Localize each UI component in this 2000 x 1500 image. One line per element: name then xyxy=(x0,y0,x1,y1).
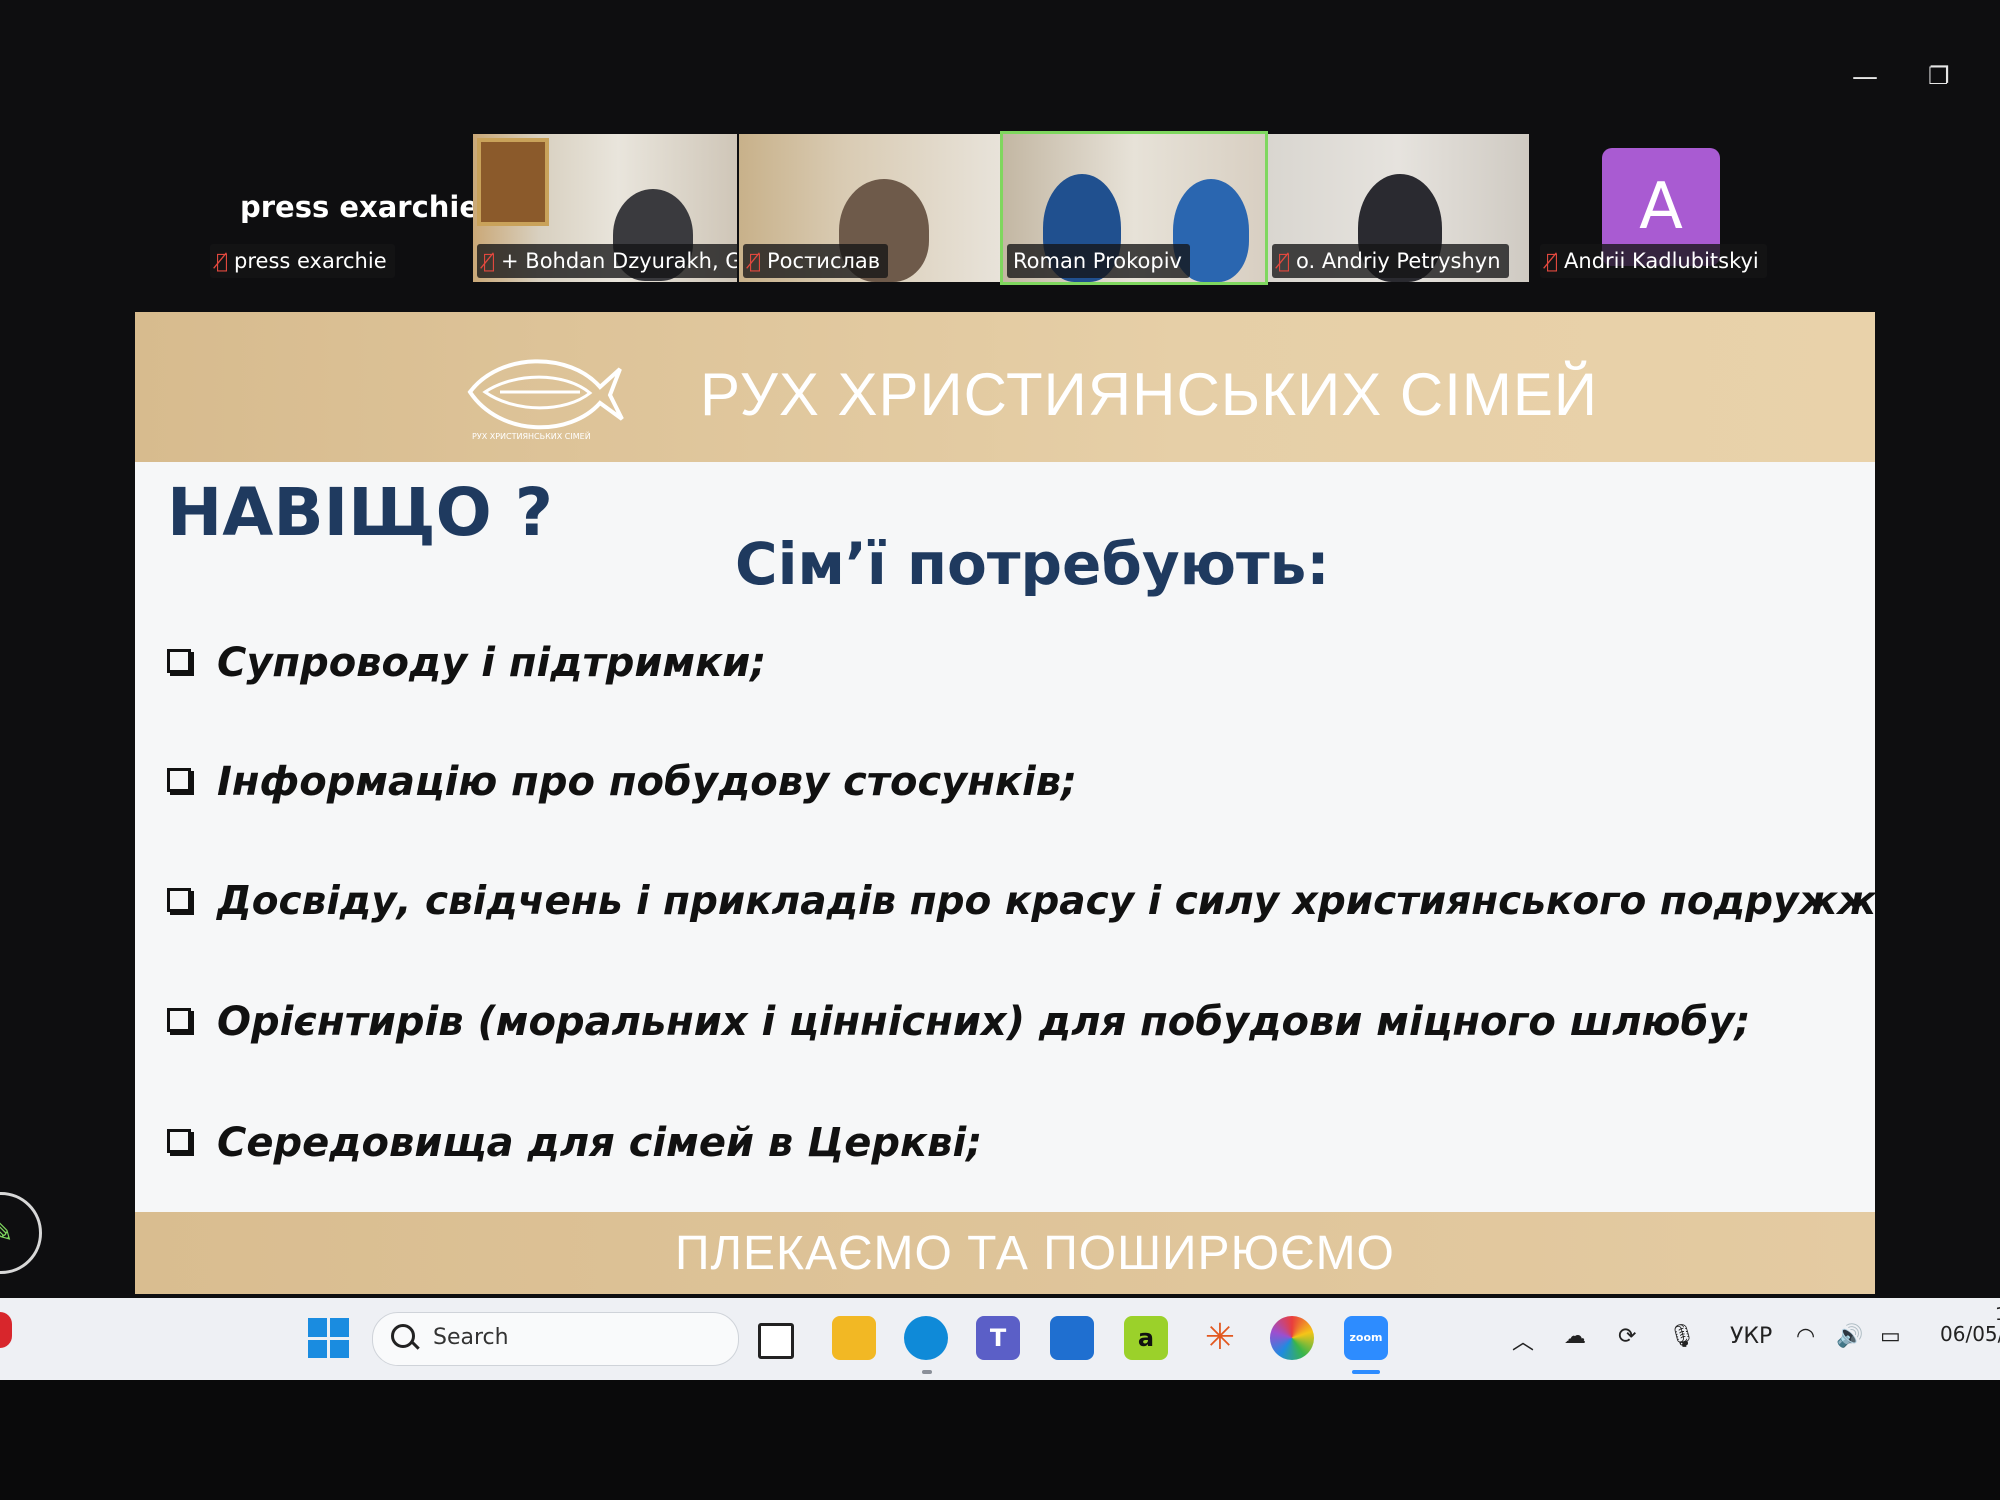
file-explorer-icon[interactable] xyxy=(832,1316,876,1360)
input-language-indicator[interactable]: УКР xyxy=(1730,1324,1772,1349)
mic-muted-icon: 🎙̸ xyxy=(749,249,762,273)
spark-app-icon[interactable]: ✳ xyxy=(1198,1316,1242,1360)
participant-name: Roman Prokopiv xyxy=(1013,249,1182,273)
bullet-item: Інформацію про побудову стосунків; xyxy=(167,759,1077,805)
windows-taskbar: Search T a ✳ zoom ︿ ☁ ⟳ 🎙 УКР ◠ 🔊 ▭ 1 06… xyxy=(0,1298,2000,1380)
taskbar-date[interactable]: 1 06/05/ xyxy=(1940,1304,2000,1346)
video-tile[interactable]: 🎙̸ Ростислав xyxy=(739,134,1001,282)
bullet-item: Середовища для сімей в Церкві; xyxy=(167,1120,982,1166)
slide-subtitle: Сім’ї потребують: xyxy=(735,530,1330,598)
participant-name: o. Andriy Petryshyn xyxy=(1296,249,1501,273)
participant-name: Andrii Kadlubitskyi xyxy=(1564,249,1759,273)
onedrive-cloud-icon[interactable]: ☁ xyxy=(1564,1324,1586,1349)
slide-question-heading: НАВІЩО ? xyxy=(167,474,554,551)
slide-header: РУХ ХРИСТИЯНСЬКИХ СІМЕЙ РУХ ХРИСТИЯНСЬКИ… xyxy=(135,312,1875,462)
show-hidden-icons-chevron-icon[interactable]: ︿ xyxy=(1512,1324,1534,1356)
slide-footer-text: ПЛЕКАЄМО ТА ПОШИРЮЄМО xyxy=(675,1227,1395,1280)
checkbox-bullet-icon xyxy=(167,1008,191,1032)
minimize-button[interactable]: — xyxy=(1852,62,1878,92)
sync-icon[interactable]: ⟳ xyxy=(1618,1324,1636,1349)
participant-label: 🎙̸ Andrii Kadlubitskyi xyxy=(1540,244,1767,278)
logo-text: РУХ ХРИСТИЯНСЬКИХ СІМЕЙ xyxy=(472,430,591,441)
monitor-bezel xyxy=(0,1380,2000,1500)
volume-icon[interactable]: 🔊 xyxy=(1836,1324,1863,1349)
microphone-in-use-icon[interactable]: 🎙 xyxy=(1668,1324,1696,1349)
mic-muted-icon: 🎙̸ xyxy=(483,249,496,273)
video-tile[interactable]: 🎙̸ + Bohdan Dzyurakh, G... xyxy=(473,134,737,282)
bullet-text: Орієнтирів (моральних і ціннісних) для п… xyxy=(217,999,1751,1045)
bullet-text: Інформацію про побудову стосунків; xyxy=(217,759,1078,805)
bullet-text: Середовища для сімей в Церкві; xyxy=(217,1120,983,1166)
task-view-icon[interactable] xyxy=(758,1323,794,1359)
microsoft-store-icon[interactable] xyxy=(1050,1316,1094,1360)
participant-label: 🎙̸ + Bohdan Dzyurakh, G... xyxy=(477,244,737,278)
taskbar-search-box[interactable]: Search xyxy=(372,1312,739,1366)
date-text: 06/05/ xyxy=(1940,1322,2000,1346)
mic-muted-icon: 🎙̸ xyxy=(1546,249,1559,273)
checkbox-bullet-icon xyxy=(167,1129,191,1153)
restore-button[interactable]: ❐ xyxy=(1928,62,1950,90)
checkbox-bullet-icon xyxy=(167,887,191,912)
battery-icon[interactable]: ▭ xyxy=(1880,1324,1901,1349)
search-placeholder: Search xyxy=(433,1325,509,1350)
search-icon xyxy=(391,1324,415,1348)
zoom-app-icon[interactable]: zoom xyxy=(1344,1316,1388,1360)
participant-name: Ростислав xyxy=(767,249,881,273)
bullet-text: Супроводу і підтримки; xyxy=(217,640,767,686)
participant-label: 🎙̸ press exarchie xyxy=(210,244,395,278)
mic-muted-icon: 🎙̸ xyxy=(216,249,229,273)
icon-painting xyxy=(477,138,549,226)
slide-footer: ПЛЕКАЄМО ТА ПОШИРЮЄМО xyxy=(135,1212,1875,1294)
recording-indicator-icon xyxy=(0,1312,12,1348)
wifi-icon[interactable]: ◠ xyxy=(1796,1324,1815,1349)
self-view-tile[interactable]: press exarchie 🎙̸ press exarchie xyxy=(200,180,479,290)
participant-label: Roman Prokopiv xyxy=(1007,244,1190,278)
participant-label: 🎙̸ Ростислав xyxy=(743,244,889,278)
bullet-item: Орієнтирів (моральних і ціннісних) для п… xyxy=(167,999,1750,1045)
shared-screen-slide: РУХ ХРИСТИЯНСЬКИХ СІМЕЙ РУХ ХРИСТИЯНСЬКИ… xyxy=(135,312,1875,1294)
teams-icon[interactable]: T xyxy=(976,1316,1020,1360)
participant-name: + Bohdan Dzyurakh, G... xyxy=(501,249,737,273)
bullet-item: Досвіду, свідчень і прикладів про красу … xyxy=(167,879,1875,924)
edge-browser-icon[interactable] xyxy=(904,1316,948,1360)
fish-logo-icon: РУХ ХРИСТИЯНСЬКИХ СІМЕЙ xyxy=(467,359,624,441)
running-indicator xyxy=(922,1370,932,1374)
avatar-tile[interactable]: A 🎙̸ Andrii Kadlubitskyi xyxy=(1540,134,1767,282)
video-tile[interactable]: 🎙̸ o. Andriy Petryshyn xyxy=(1268,134,1529,282)
participant-name: press exarchie xyxy=(234,249,387,273)
color-wheel-app-icon[interactable] xyxy=(1270,1316,1314,1360)
slide-header-title: РУХ ХРИСТИЯНСЬКИХ СІМЕЙ xyxy=(700,361,1599,428)
checkbox-bullet-icon xyxy=(167,768,191,792)
taskbar-time: 1 xyxy=(1995,1304,2000,1325)
windows-start-icon[interactable] xyxy=(308,1318,349,1358)
checkbox-bullet-icon xyxy=(167,649,191,673)
bullet-text: Досвіду, свідчень і прикладів про красу … xyxy=(217,879,1875,924)
active-app-indicator xyxy=(1352,1370,1380,1374)
video-tile-active-speaker[interactable]: Roman Prokopiv xyxy=(1000,131,1268,285)
a-app-icon[interactable]: a xyxy=(1124,1316,1168,1360)
self-display-name: press exarchie xyxy=(240,190,480,224)
participant-label: 🎙̸ o. Andriy Petryshyn xyxy=(1272,244,1509,278)
mic-muted-icon: 🎙̸ xyxy=(1278,249,1291,273)
bullet-item: Супроводу і підтримки; xyxy=(167,640,766,686)
